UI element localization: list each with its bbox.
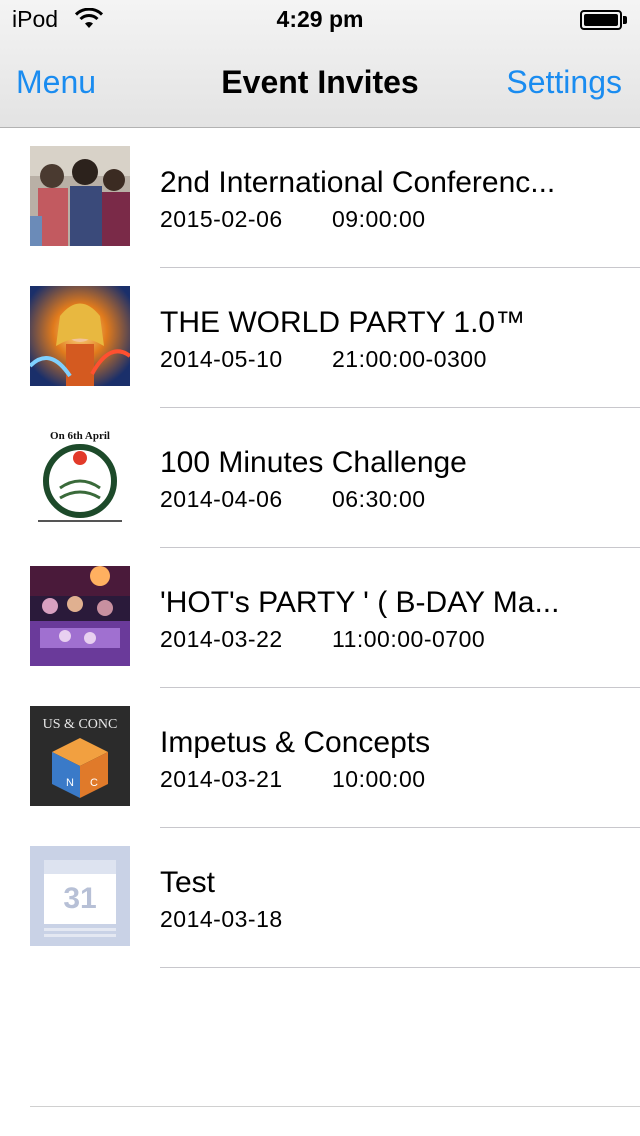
calendar-placeholder-icon: 31 (30, 846, 130, 946)
nightclub-photo-thumbnail (30, 566, 130, 666)
party-poster-thumbnail (30, 286, 130, 386)
status-bar: iPod 4:29 pm (0, 0, 640, 40)
event-date: 2015-02-06 (160, 206, 283, 232)
event-time: 06:30:00 (332, 486, 426, 512)
event-title: 2nd International Conferenc... (160, 166, 556, 199)
event-list: 2nd International Conferenc... 2015-02-0… (0, 128, 640, 968)
status-time: 4:29 pm (276, 6, 364, 32)
thumb-caption: US & CONC (43, 717, 118, 732)
list-item[interactable]: THE WORLD PARTY 1.0™ 2014-05-10 21:00:00… (0, 268, 640, 408)
event-title: 100 Minutes Challenge (160, 446, 467, 479)
event-title: 'HOT's PARTY ' ( B-DAY Ma... (160, 586, 560, 619)
event-time: 09:00:00 (332, 206, 426, 232)
event-time: 21:00:00-0300 (332, 346, 487, 372)
row-divider (160, 967, 640, 968)
list-item[interactable]: On 6th April 100 Minutes Challenge 2014-… (0, 408, 640, 548)
event-date: 2014-05-10 (160, 346, 283, 372)
event-time: 11:00:00-0700 (332, 626, 486, 652)
event-time: 10:00:00 (332, 766, 426, 792)
event-title: Impetus & Concepts (160, 726, 431, 759)
calendar-day: 31 (63, 882, 96, 915)
challenge-logo-thumbnail: On 6th April (30, 426, 130, 526)
svg-text:N: N (66, 777, 74, 789)
battery-icon (580, 10, 628, 30)
event-date: 2014-04-06 (160, 486, 283, 512)
list-item[interactable]: 'HOT's PARTY ' ( B-DAY Ma... 2014-03-22 … (0, 548, 640, 688)
footer-divider (30, 1106, 640, 1107)
list-item[interactable]: 2nd International Conferenc... 2015-02-0… (0, 128, 640, 268)
event-title: Test (160, 866, 216, 899)
list-item[interactable]: US & CONC N C Impetus & Concepts 2014-03… (0, 688, 640, 828)
cube-logo-thumbnail: US & CONC N C (30, 706, 130, 806)
svg-text:C: C (90, 777, 98, 789)
event-date: 2014-03-21 (160, 766, 283, 792)
list-item[interactable]: 31 Test 2014-03-18 (0, 828, 640, 968)
settings-button[interactable]: Settings (506, 64, 622, 101)
conference-photo-thumbnail (30, 146, 130, 246)
event-date: 2014-03-22 (160, 626, 283, 652)
event-title: THE WORLD PARTY 1.0™ (160, 306, 526, 339)
menu-button[interactable]: Menu (16, 64, 96, 101)
thumb-caption: On 6th April (50, 430, 110, 442)
event-date: 2014-03-18 (160, 906, 283, 932)
navigation-bar: iPod 4:29 pm Menu Event Invites Settings (0, 0, 640, 128)
